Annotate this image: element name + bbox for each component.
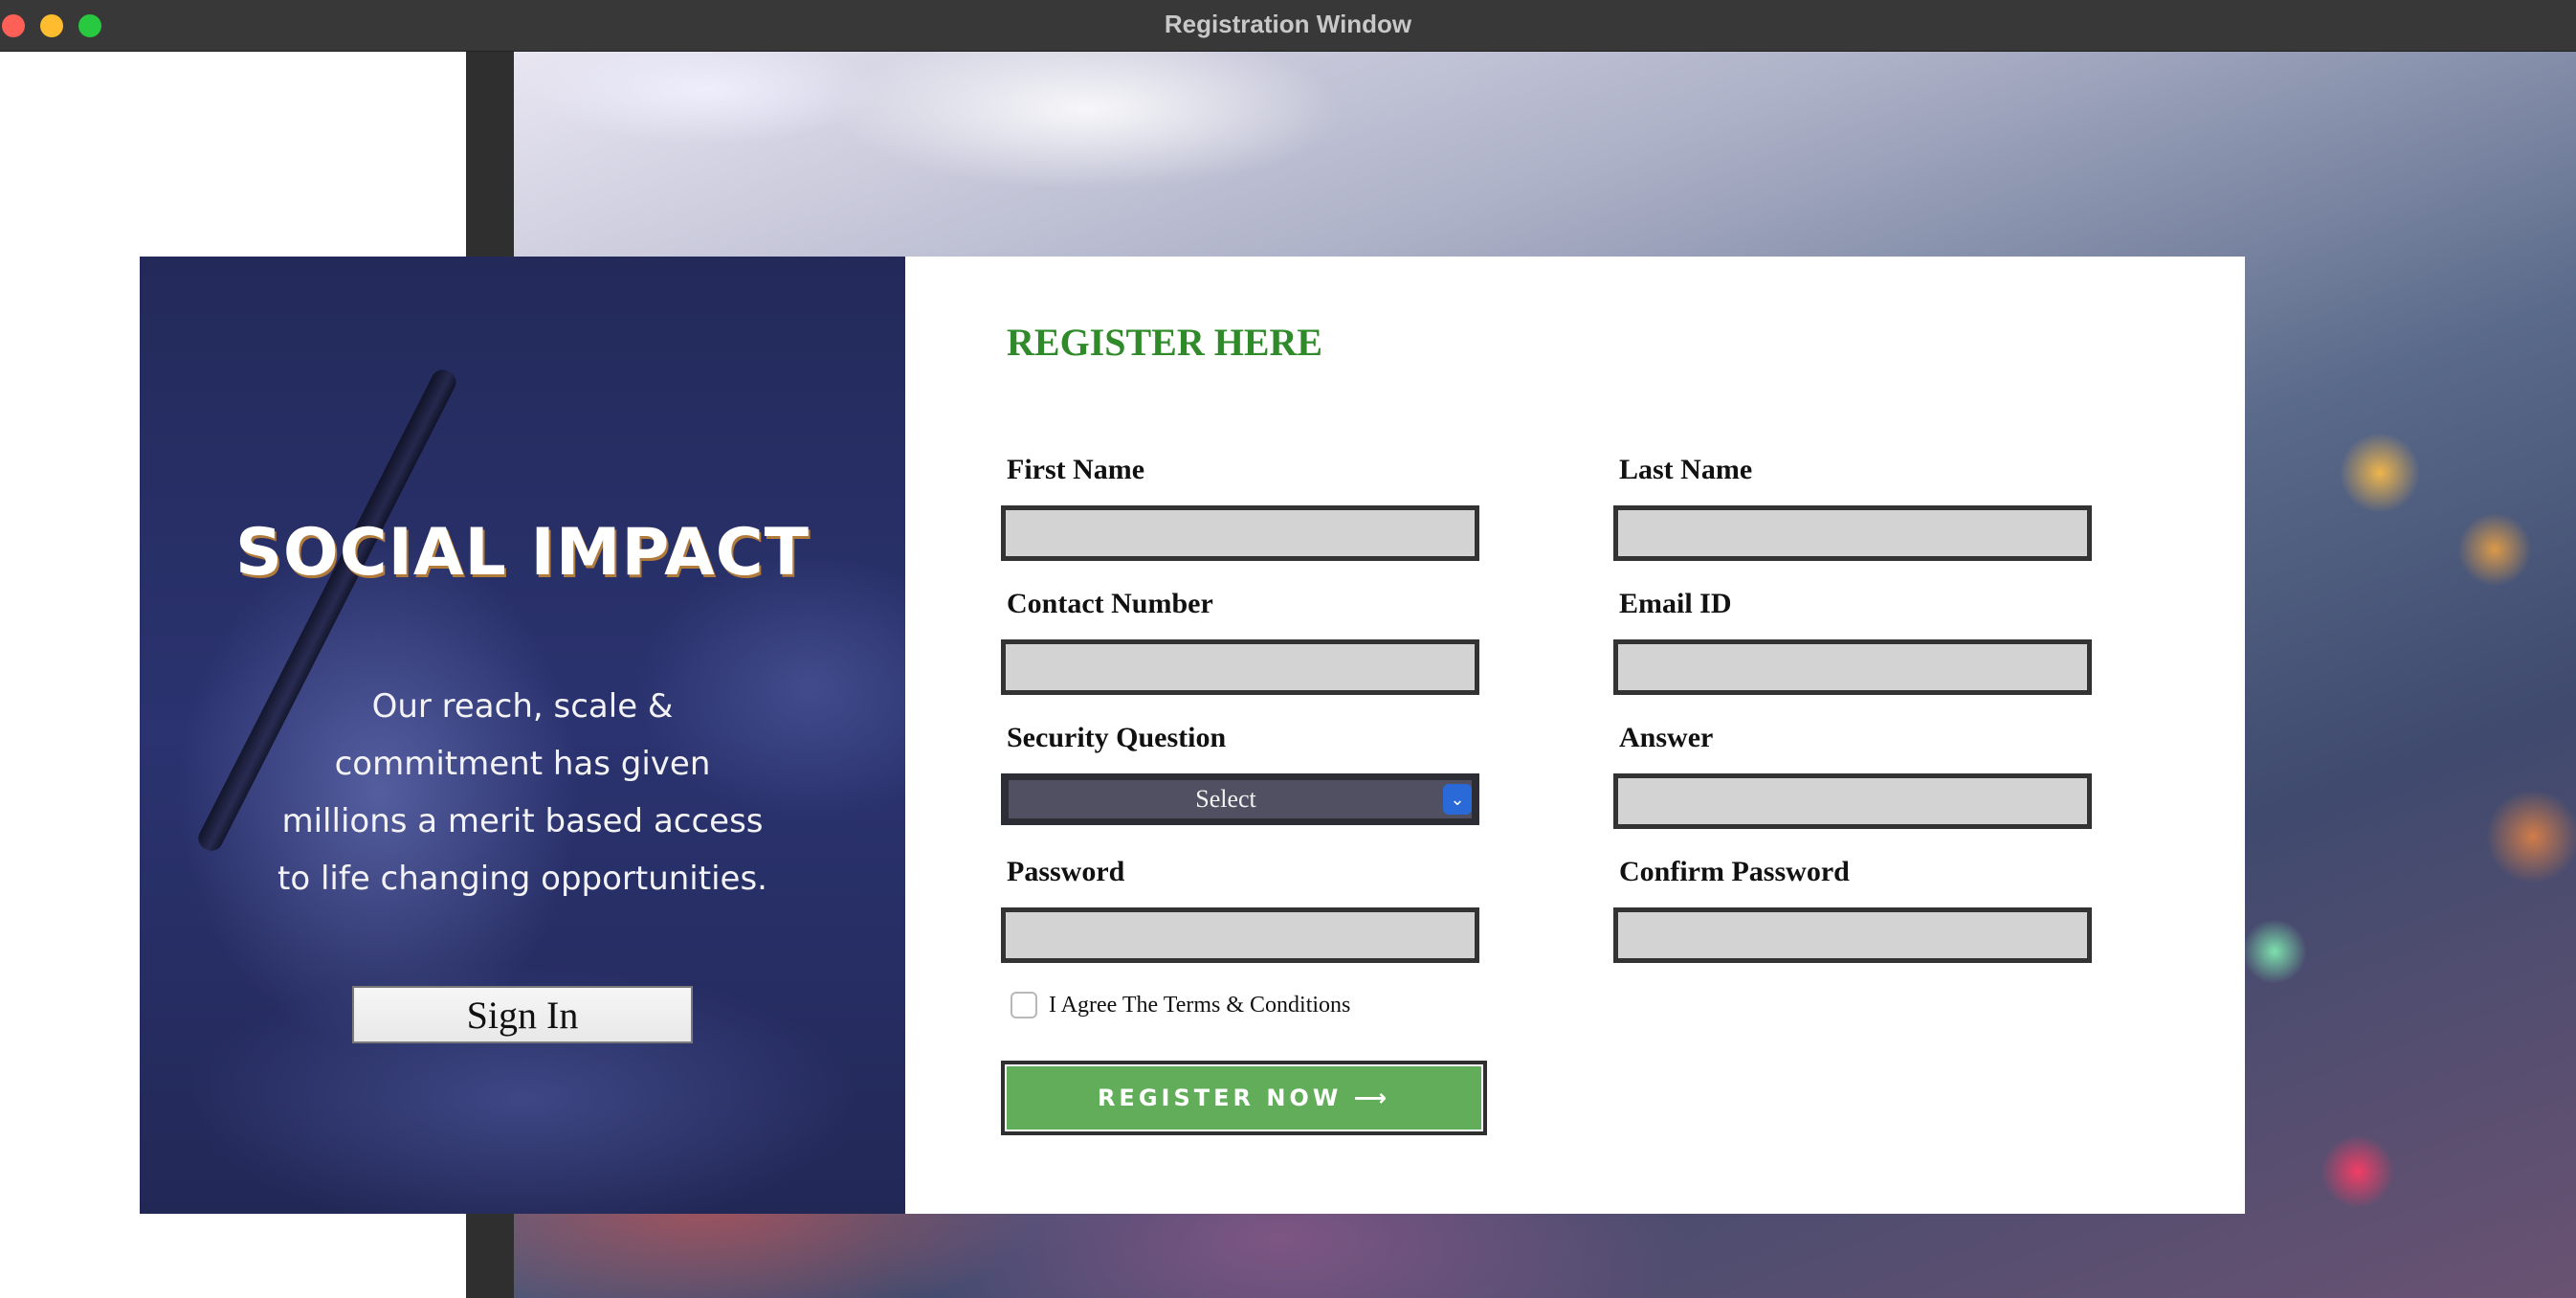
contact-number-label: Contact Number xyxy=(1007,588,1213,619)
confirm-password-label: Confirm Password xyxy=(1619,856,1850,887)
security-question-label: Security Question xyxy=(1007,722,1227,753)
window-content: SOCIAL IMPACT Our reach, scale & commitm… xyxy=(0,52,2576,1298)
hero-description: Our reach, scale & commitment has given … xyxy=(278,687,767,898)
first-name-input[interactable] xyxy=(1001,505,1479,561)
last-name-input[interactable] xyxy=(1613,505,2092,561)
email-label: Email ID xyxy=(1619,588,1732,619)
hero-panel: SOCIAL IMPACT Our reach, scale & commitm… xyxy=(140,257,905,1214)
title-bar: Registration Window xyxy=(0,0,2576,52)
confirm-password-input[interactable] xyxy=(1613,907,2092,963)
first-name-label: First Name xyxy=(1007,454,1145,485)
window-title: Registration Window xyxy=(1164,10,1412,38)
terms-checkbox[interactable] xyxy=(1010,992,1037,1018)
contact-number-input[interactable] xyxy=(1001,639,1479,695)
security-question-select[interactable]: Select ⌄ xyxy=(1001,773,1479,825)
terms-row: I Agree The Terms & Conditions xyxy=(1010,992,1350,1018)
answer-label: Answer xyxy=(1619,722,1714,753)
register-now-button[interactable]: REGISTER NOW ⟶ xyxy=(1001,1061,1487,1135)
form-panel: REGISTER HERE First Name Last Name Conta… xyxy=(905,257,2245,1214)
password-label: Password xyxy=(1007,856,1125,887)
chevron-down-icon[interactable]: ⌄ xyxy=(1443,784,1472,815)
register-now-label: REGISTER NOW ⟶ xyxy=(1005,1064,1483,1131)
hero-title: SOCIAL IMPACT xyxy=(234,515,811,591)
answer-input[interactable] xyxy=(1613,773,2092,829)
last-name-label: Last Name xyxy=(1619,454,1753,485)
terms-label: I Agree The Terms & Conditions xyxy=(1049,992,1351,1018)
security-question-value: Select xyxy=(1009,780,1472,818)
sign-in-button[interactable]: Sign In xyxy=(352,986,693,1043)
form-title: REGISTER HERE xyxy=(1007,321,1323,364)
email-input[interactable] xyxy=(1613,639,2092,695)
password-input[interactable] xyxy=(1001,907,1479,963)
registration-card: SOCIAL IMPACT Our reach, scale & commitm… xyxy=(140,257,2245,1214)
